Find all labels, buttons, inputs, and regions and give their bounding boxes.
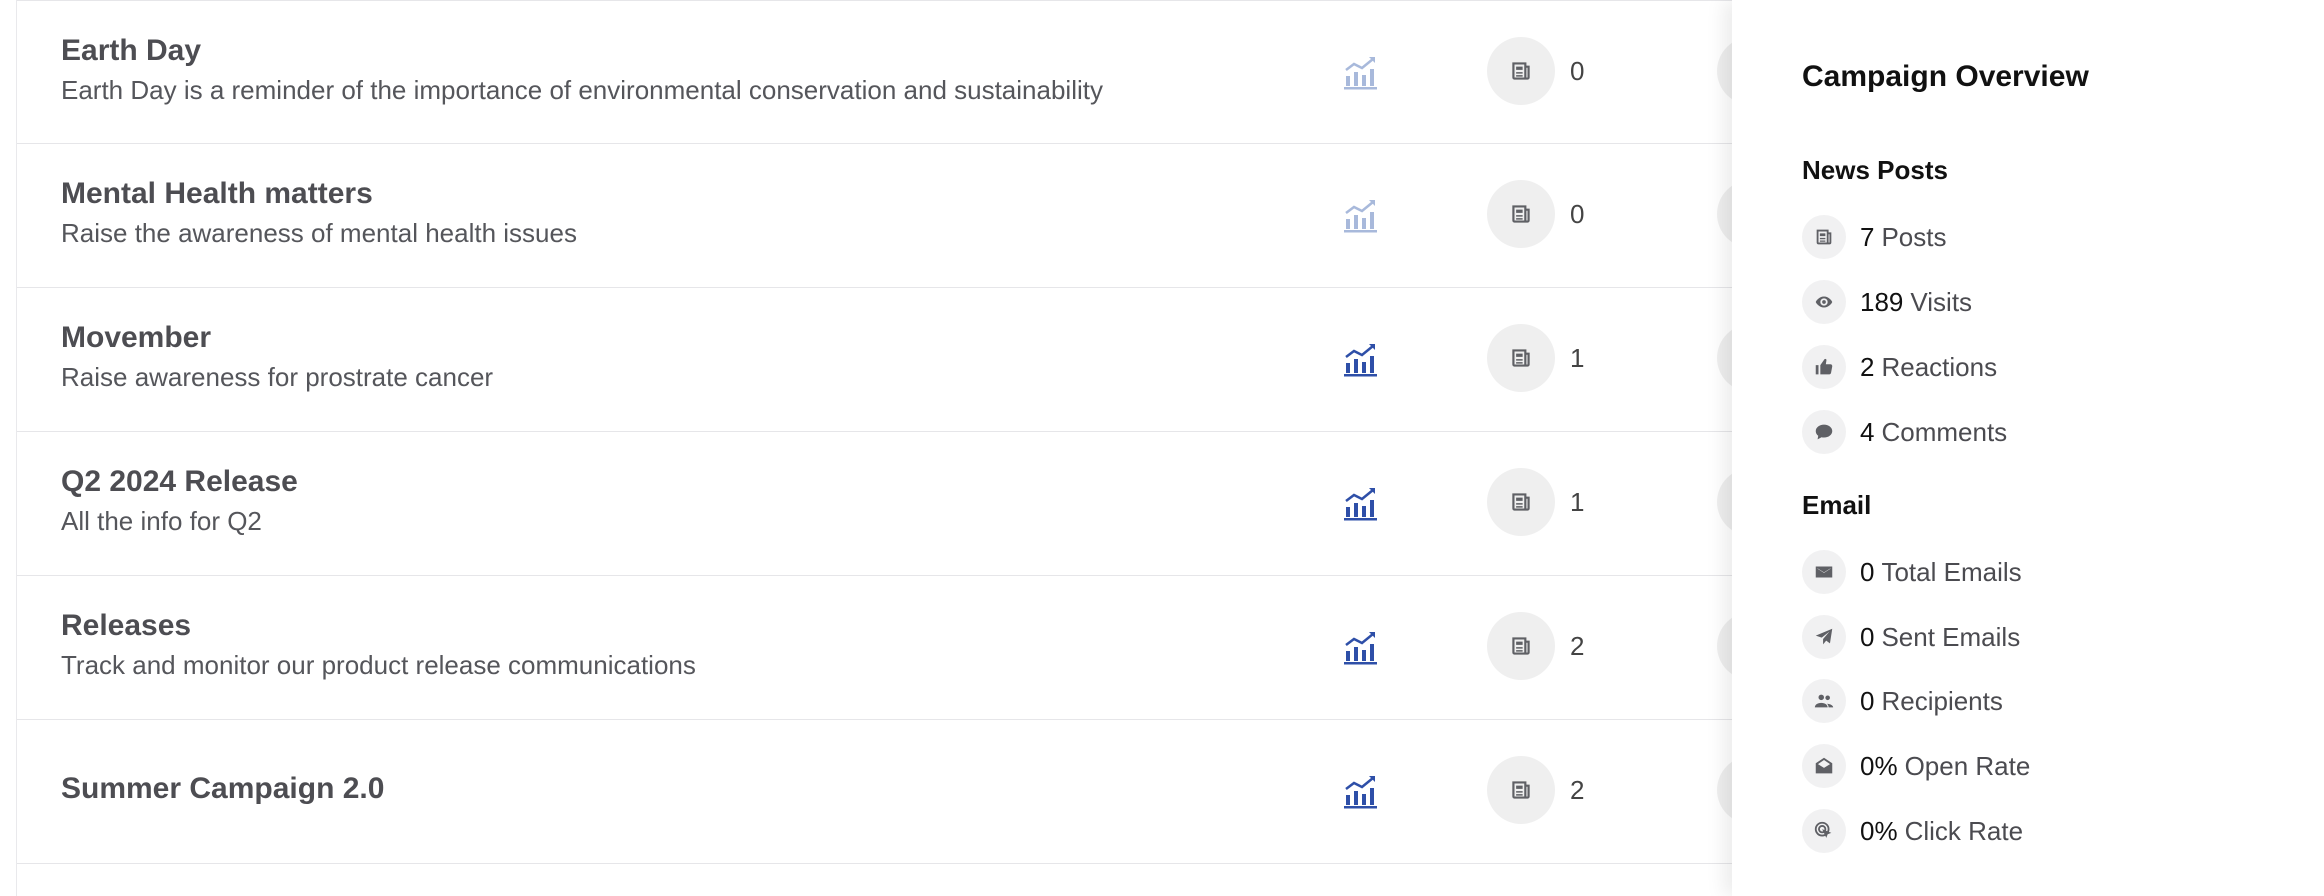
analytics-chart-icon[interactable] [1341, 194, 1381, 234]
campaign-text: Summer Campaign 2.0 [61, 770, 384, 808]
click-pointer-icon [1802, 809, 1846, 853]
stat-total-emails: 0 Total Emails [1802, 550, 2022, 594]
campaign-row[interactable]: Summer Campaign 2.0 2 [17, 720, 1785, 864]
stat-label: Visits [1910, 287, 1973, 317]
comment-icon [1802, 410, 1846, 454]
stat-value: 4 [1860, 417, 1875, 447]
campaign-title[interactable]: Mental Health matters [61, 175, 577, 213]
campaign-description: Raise the awareness of mental health iss… [61, 218, 577, 248]
campaign-overview-panel: Campaign Overview News Posts 7 Posts 189 V… [1732, 0, 2324, 896]
campaign-title[interactable]: Earth Day [61, 32, 1103, 70]
stat-open-rate: 0% Open Rate [1802, 744, 2030, 788]
post-count: 0 [1570, 199, 1585, 229]
stat-value: 2 [1860, 352, 1875, 382]
campaign-text: Earth Day Earth Day is a reminder of the… [61, 32, 1103, 107]
analytics-chart-icon[interactable] [1341, 51, 1381, 91]
thumbs-up-icon [1802, 345, 1846, 389]
campaign-text: Mental Health matters Raise the awarenes… [61, 175, 577, 250]
paper-plane-icon [1802, 615, 1846, 659]
stat-comments: 4 Comments [1802, 410, 2007, 454]
newspaper-icon[interactable] [1487, 37, 1555, 105]
campaign-text: Releases Track and monitor our product r… [61, 607, 696, 682]
campaign-description: Track and monitor our product release co… [61, 650, 696, 680]
newspaper-icon[interactable] [1487, 756, 1555, 824]
campaign-row[interactable]: Releases Track and monitor our product r… [17, 576, 1785, 720]
analytics-chart-icon[interactable] [1341, 626, 1381, 666]
stat-value: 7 [1860, 222, 1875, 252]
stat-label: Posts [1881, 222, 1947, 252]
stat-value: 0% [1860, 751, 1898, 781]
stat-recipients: 0 Recipients [1802, 679, 2003, 723]
stat-label: Total Emails [1881, 557, 2022, 587]
stat-visits: 189 Visits [1802, 280, 1972, 324]
analytics-chart-icon[interactable] [1341, 770, 1381, 810]
campaign-row[interactable]: Q2 2024 Release All the info for Q2 1 [17, 432, 1785, 576]
stat-value: 0 [1860, 557, 1875, 587]
stat-posts: 7 Posts [1802, 215, 1947, 259]
envelope-open-icon [1802, 744, 1846, 788]
stat-label: Click Rate [1904, 816, 2024, 846]
panel-title: Campaign Overview [1802, 60, 2089, 93]
news-posts-heading: News Posts [1802, 155, 1948, 185]
campaign-title[interactable]: Summer Campaign 2.0 [61, 770, 384, 808]
stat-click-rate: 0% Click Rate [1802, 809, 2023, 853]
campaign-text: Q2 2024 Release All the info for Q2 [61, 463, 298, 538]
post-count: 1 [1570, 343, 1585, 373]
campaign-description: Raise awareness for prostrate cancer [61, 362, 494, 392]
eye-icon [1802, 280, 1846, 324]
newspaper-icon[interactable] [1487, 468, 1555, 536]
envelope-icon [1802, 550, 1846, 594]
campaign-description: Earth Day is a reminder of the importanc… [61, 75, 1103, 105]
campaign-list: Earth Day Earth Day is a reminder of the… [16, 0, 1785, 896]
post-count: 2 [1570, 775, 1585, 805]
stat-value: 0 [1860, 622, 1875, 652]
campaign-title[interactable]: Releases [61, 607, 696, 645]
campaign-description: All the info for Q2 [61, 506, 262, 536]
newspaper-icon[interactable] [1487, 324, 1555, 392]
email-heading: Email [1802, 490, 1872, 520]
stat-label: Comments [1881, 417, 2008, 447]
post-count: 0 [1570, 56, 1585, 86]
stat-label: Recipients [1881, 686, 2003, 716]
stat-label: Reactions [1881, 352, 1998, 382]
newspaper-icon[interactable] [1487, 180, 1555, 248]
campaign-text: Movember Raise awareness for prostrate c… [61, 319, 493, 394]
post-count: 2 [1570, 631, 1585, 661]
campaign-row[interactable]: Movember Raise awareness for prostrate c… [17, 288, 1785, 432]
campaign-row[interactable]: Earth Day Earth Day is a reminder of the… [17, 0, 1785, 144]
campaign-title[interactable]: Q2 2024 Release [61, 463, 298, 501]
campaign-title[interactable]: Movember [61, 319, 493, 357]
stat-value: 189 [1860, 287, 1904, 317]
stat-value: 0 [1860, 686, 1875, 716]
stat-value: 0% [1860, 816, 1898, 846]
stat-reactions: 2 Reactions [1802, 345, 1997, 389]
newspaper-icon [1802, 215, 1846, 259]
users-icon [1802, 679, 1846, 723]
stat-label: Sent Emails [1881, 622, 2021, 652]
post-count: 1 [1570, 487, 1585, 517]
newspaper-icon[interactable] [1487, 612, 1555, 680]
campaign-row[interactable]: Mental Health matters Raise the awarenes… [17, 144, 1785, 288]
stat-label: Open Rate [1904, 751, 2031, 781]
analytics-chart-icon[interactable] [1341, 482, 1381, 522]
analytics-chart-icon[interactable] [1341, 338, 1381, 378]
stat-sent-emails: 0 Sent Emails [1802, 615, 2020, 659]
